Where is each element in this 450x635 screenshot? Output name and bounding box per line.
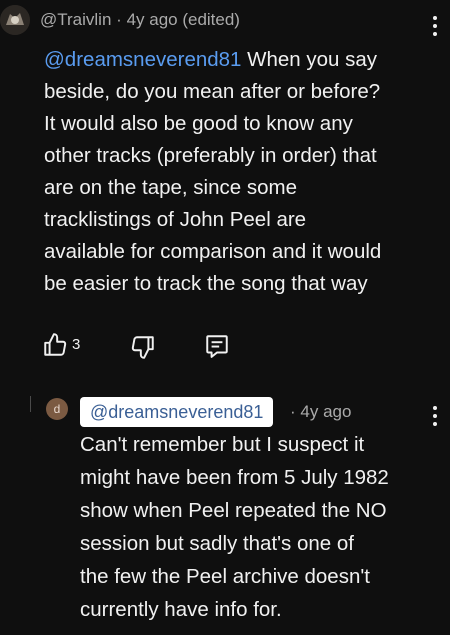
reply-line: might have been from 5 July 1982 [80, 466, 389, 489]
comment-line: are on the tape, since some [44, 176, 297, 199]
comment-line: available for comparison and it would [44, 240, 382, 263]
comment-time[interactable]: 4y ago (edited) [127, 10, 240, 29]
comment-text: @dreamsneverend81 When you say beside, d… [44, 44, 444, 300]
comment-line: be easier to track the song that way [44, 272, 368, 295]
reply-line: show when Peel repeated the NO [80, 499, 387, 522]
reply-meta: · 4y ago [290, 402, 351, 422]
reply-line: session but sadly that's one of [80, 532, 354, 555]
meta-separator: · [290, 402, 296, 421]
comment-line: When you say [247, 48, 378, 71]
comment-line: It would also be good to know any [44, 112, 353, 135]
thread-connector [30, 396, 31, 412]
thumbs-up-icon [44, 333, 67, 356]
reply-line: Can't remember but I suspect it [80, 433, 365, 456]
comment-icon [206, 335, 228, 358]
like-button[interactable] [42, 332, 68, 363]
reply-button[interactable] [204, 333, 230, 364]
reply-line: the few the Peel archive doesn't [80, 565, 370, 588]
kebab-menu-icon[interactable] [432, 406, 438, 426]
like-count: 3 [72, 336, 81, 353]
author-avatar[interactable] [0, 5, 30, 35]
meta-separator: · [116, 10, 122, 29]
kebab-menu-icon[interactable] [432, 16, 438, 36]
dislike-button[interactable] [130, 334, 156, 365]
reply-text: Can't remember but I suspect it might ha… [80, 428, 440, 626]
reply-line: currently have info for. [80, 598, 282, 621]
comment-line: tracklistings of John Peel are [44, 208, 307, 231]
thumbs-down-icon [131, 336, 154, 359]
comment-line: beside, do you mean after or before? [44, 80, 381, 103]
comment-line: other tracks (preferably in order) that [44, 144, 377, 167]
reply-time[interactable]: 4y ago [300, 402, 351, 421]
mention-link[interactable]: @dreamsneverend81 [44, 48, 241, 71]
reply-avatar[interactable]: d [46, 398, 68, 420]
author-name[interactable]: @Traivlin [40, 10, 111, 29]
comment-meta: @Traivlin · 4y ago (edited) [40, 10, 240, 30]
reply-mention-chip[interactable]: @dreamsneverend81 [80, 397, 274, 427]
